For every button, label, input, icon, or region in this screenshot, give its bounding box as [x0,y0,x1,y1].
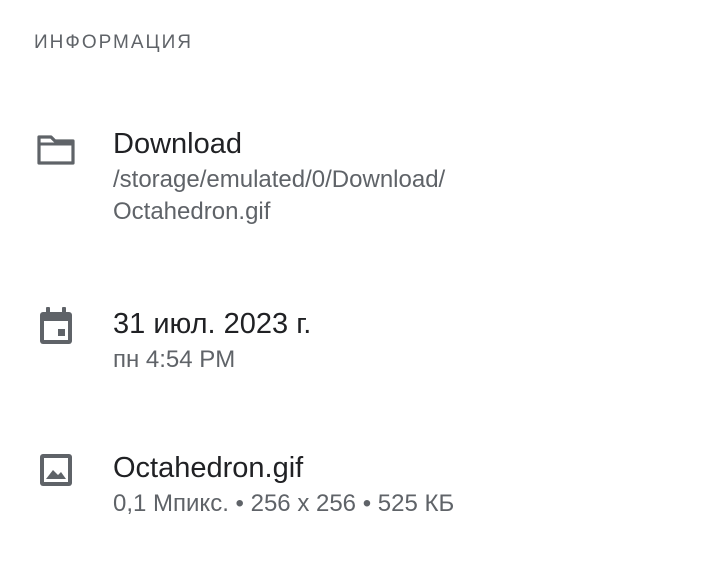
file-path: /storage/emulated/0/Download/ Octahedron… [113,166,446,225]
date-value: 31 июл. 2023 г. [113,308,312,340]
image-icon [36,450,76,490]
file-name: Octahedron.gif [113,452,304,484]
folder-icon [36,130,76,170]
file-details: 0,1 Мпикс. • 256 x 256 • 525 КБ [113,490,455,517]
time-value: пн 4:54 PM [113,346,236,373]
section-title: ИНФОРМАЦИЯ [34,32,193,53]
calendar-icon [36,306,76,346]
folder-name: Download [113,128,242,160]
